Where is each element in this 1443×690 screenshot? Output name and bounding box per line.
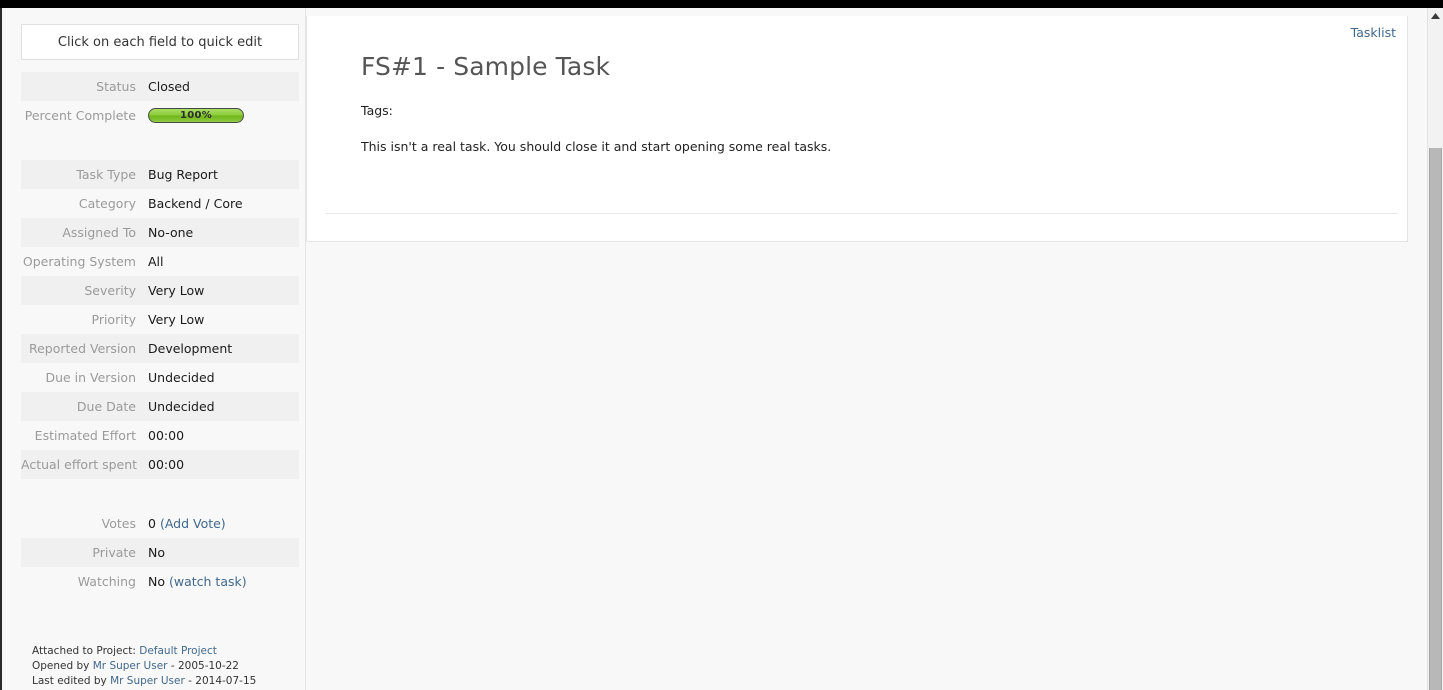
scrollbar-thumb[interactable]	[1429, 148, 1442, 690]
field-label: Reported Version	[28, 341, 136, 356]
page-title: FS#1 - Sample Task	[361, 52, 611, 81]
footer-attached-label: Attached to Project:	[32, 645, 136, 657]
field-label: Category	[78, 196, 136, 211]
tasklist-link[interactable]: Tasklist	[1351, 25, 1396, 40]
footer-project-line: Attached to Project: Default Project	[32, 644, 256, 659]
field-label: Estimated Effort	[34, 428, 136, 443]
field-row[interactable]: Reported Version Development	[21, 334, 299, 363]
field-label: Severity	[84, 283, 136, 298]
footer-edited-sep: -	[188, 675, 192, 687]
field-label: Operating System	[22, 254, 136, 269]
field-row[interactable]: Task Type Bug Report	[21, 160, 299, 189]
field-action-link[interactable]: (Add Vote)	[160, 516, 226, 531]
browser-viewport: Click on each field to quick edit Status…	[0, 0, 1443, 690]
field-group-gap	[21, 479, 299, 509]
field-row[interactable]: Category Backend / Core	[21, 189, 299, 218]
field-action-link[interactable]: (watch task)	[169, 574, 247, 589]
field-value: Undecided	[148, 370, 215, 385]
field-value: All	[148, 254, 164, 269]
field-value: Development	[148, 341, 233, 356]
field-group: Status Closed Percent Complete 100%	[21, 72, 299, 130]
field-label: Watching	[77, 574, 136, 589]
field-label: Status	[96, 79, 136, 94]
percent-complete-label: 100%	[179, 110, 213, 121]
footer-opened-date: 2005-10-22	[177, 660, 239, 672]
field-row[interactable]: Estimated Effort 00:00	[21, 421, 299, 450]
field-value: No-one	[148, 225, 194, 240]
field-value: 0 (Add Vote)	[148, 516, 299, 531]
field-value: No (watch task)	[148, 574, 299, 589]
field-row[interactable]: Due in Version Undecided	[21, 363, 299, 392]
footer-edited-line: Last edited by Mr Super User - 2014-07-1…	[32, 674, 256, 689]
field-group: Task Type Bug Report Category Backend / Cor…	[21, 160, 299, 479]
task-description: This isn't a real task. You should close…	[361, 139, 832, 154]
field-row[interactable]: Operating System All	[21, 247, 299, 276]
project-link[interactable]: Default Project	[139, 645, 217, 657]
top-black-bar	[0, 0, 1443, 8]
field-value: Bug Report	[148, 167, 218, 182]
opened-by-user-link[interactable]: Mr Super User	[93, 660, 168, 672]
field-row[interactable]: Percent Complete 100%	[21, 101, 299, 130]
field-value: Very Low	[148, 283, 205, 298]
field-value: Very Low	[148, 312, 205, 327]
field-value: Closed	[148, 79, 190, 94]
field-label: Actual effort spent	[21, 457, 138, 472]
task-tags-label: Tags:	[361, 103, 393, 118]
field-row[interactable]: Private No	[21, 538, 299, 567]
sidebar-footer: Attached to Project: Default Project Ope…	[32, 644, 256, 689]
field-value: Undecided	[148, 399, 215, 414]
field-row[interactable]: Status Closed	[21, 72, 299, 101]
field-label: Private	[92, 545, 136, 560]
field-label: Due in Version	[45, 370, 136, 385]
field-row[interactable]: Due Date Undecided	[21, 392, 299, 421]
field-label: Priority	[91, 312, 137, 327]
field-row[interactable]: Priority Very Low	[21, 305, 299, 334]
field-value: 100%	[148, 108, 299, 123]
footer-opened-sep: -	[170, 660, 175, 672]
field-group-gap	[21, 130, 299, 160]
field-label: Percent Complete	[24, 108, 136, 123]
field-row[interactable]: Assigned To No-one	[21, 218, 299, 247]
footer-opened-label: Opened by	[32, 660, 90, 672]
field-row[interactable]: Severity Very Low	[21, 276, 299, 305]
task-details-sidebar: Click on each field to quick edit Status…	[21, 24, 299, 596]
field-group: Votes 0 (Add Vote) Private No Watching No (wa…	[21, 509, 299, 596]
last-edited-by-user-link[interactable]: Mr Super User	[110, 675, 185, 687]
percent-complete-bar: 100%	[148, 108, 244, 123]
field-row[interactable]: Votes 0 (Add Vote)	[21, 509, 299, 538]
content-divider	[325, 213, 1398, 214]
field-groups: Status Closed Percent Complete 100% Task Typ…	[21, 72, 299, 596]
footer-edited-label: Last edited by	[32, 675, 107, 687]
field-label: Task Type	[76, 167, 136, 182]
field-value: 00:00	[148, 428, 185, 443]
field-label: Votes	[101, 516, 136, 531]
vertical-scrollbar[interactable]	[1427, 8, 1443, 690]
field-value: 00:00	[148, 457, 185, 472]
field-row[interactable]: Actual effort spent 00:00	[21, 450, 299, 479]
quick-edit-hint-label: Click on each field to quick edit	[57, 34, 263, 50]
field-label: Assigned To	[62, 225, 136, 240]
task-content-panel: Tasklist FS#1 - Sample Task Tags: This i…	[306, 16, 1408, 242]
field-label: Due Date	[76, 399, 136, 414]
footer-edited-date: 2014-07-15	[195, 675, 257, 687]
field-row[interactable]: Watching No (watch task)	[21, 567, 299, 596]
quick-edit-hint-box[interactable]: Click on each field to quick edit	[21, 24, 299, 60]
scroll-up-arrow-icon[interactable]	[1428, 8, 1443, 24]
footer-opened-line: Opened by Mr Super User - 2005-10-22	[32, 659, 256, 674]
field-value: No	[148, 545, 165, 560]
field-value: Backend / Core	[148, 196, 243, 211]
field-value-text: No	[148, 574, 169, 589]
field-value-text: 0	[148, 516, 160, 531]
